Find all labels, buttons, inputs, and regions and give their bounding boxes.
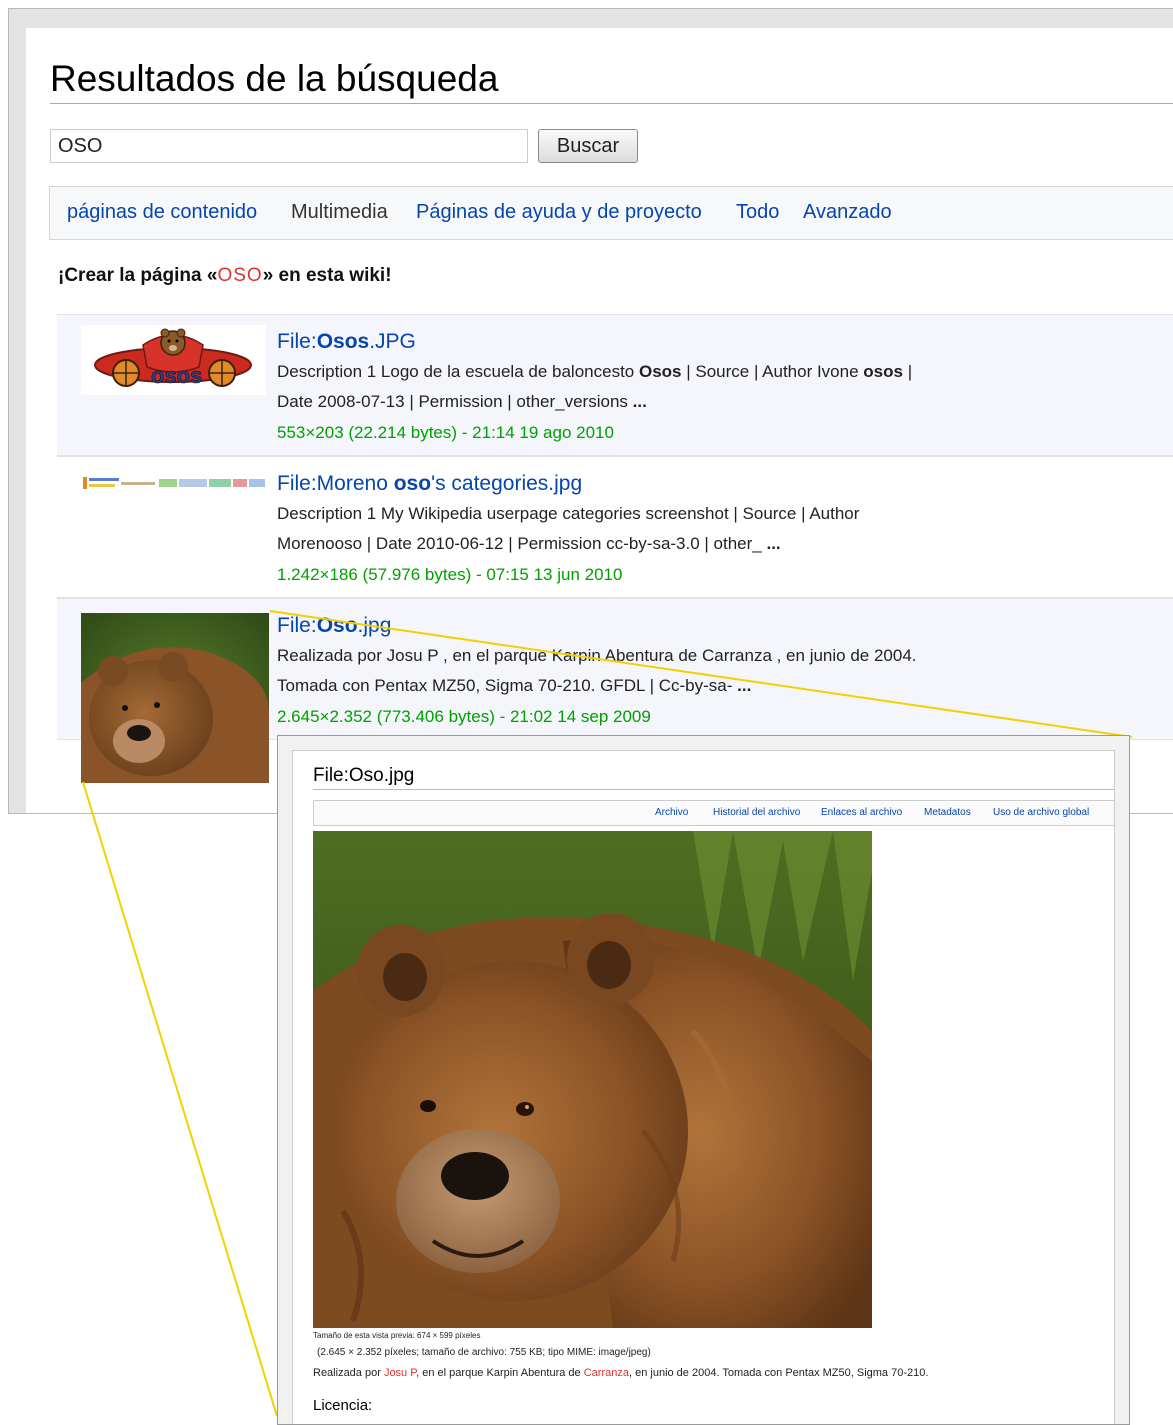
- result-title-link[interactable]: File:Moreno oso's categories.jpg: [277, 472, 582, 496]
- svg-text:osos: osos: [151, 363, 202, 388]
- categories-screenshot-image: [81, 475, 267, 491]
- search-button[interactable]: Buscar: [538, 129, 638, 163]
- tab-uso-de-archivo-global[interactable]: Uso de archivo global: [993, 807, 1089, 818]
- filter-all[interactable]: Todo: [736, 201, 779, 224]
- filter-multimedia[interactable]: Multimedia: [291, 201, 388, 224]
- tab-historial-del-archivo[interactable]: Historial del archivo: [713, 807, 800, 818]
- file-description: Realizada por Josu P, en el parque Karpi…: [313, 1367, 929, 1379]
- tab-enlaces-al-archivo[interactable]: Enlaces al archivo: [821, 807, 902, 818]
- result-snippet-line-2: Morenooso | Date 2010-06-12 | Permission…: [277, 534, 781, 553]
- place-link[interactable]: Carranza: [584, 1367, 629, 1379]
- filter-content-pages[interactable]: páginas de contenido: [67, 201, 257, 224]
- bear-photo-preview[interactable]: [313, 831, 872, 1328]
- tab-archivo[interactable]: Archivo: [655, 807, 688, 818]
- bear-photo-image: [313, 831, 872, 1328]
- result-metadata: 553×203 (22.214 bytes) - 21:14 19 ago 20…: [277, 423, 614, 442]
- author-link[interactable]: Josu P: [384, 1367, 416, 1379]
- create-page-suffix: » en esta wiki!: [262, 265, 392, 286]
- result-thumbnail-osos-logo[interactable]: osos: [81, 325, 266, 395]
- create-page-prefix: ¡Crear la página «: [58, 265, 218, 286]
- result-snippet-line-1: Realizada por Josu P , en el parque Karp…: [277, 646, 917, 665]
- result-metadata: 1.242×186 (57.976 bytes) - 07:15 13 jun …: [277, 565, 623, 584]
- result-snippet-line-2: Tomada con Pentax MZ50, Sigma 70-210. GF…: [277, 676, 752, 695]
- title-divider: [50, 103, 1173, 104]
- content-area: Resultados de la búsqueda Buscar páginas…: [26, 28, 1173, 813]
- result-snippet-line-2: Date 2008-07-13 | Permission | other_ver…: [277, 392, 647, 411]
- result-snippet-line-1: Description 1 My Wikipedia userpage cate…: [277, 504, 860, 523]
- file-page-content: File:Oso.jpg Archivo Historial del archi…: [292, 750, 1115, 1424]
- search-filter-bar: páginas de contenido Multimedia Páginas …: [49, 186, 1173, 240]
- result-title-link[interactable]: File:Osos.JPG: [277, 330, 416, 354]
- result-metadata: 2.645×2.352 (773.406 bytes) - 21:02 14 s…: [277, 707, 651, 726]
- search-results-window: Resultados de la búsqueda Buscar páginas…: [8, 8, 1173, 814]
- create-page-notice: ¡Crear la página «OSO» en esta wiki!: [58, 265, 392, 287]
- search-input[interactable]: [50, 129, 528, 163]
- file-page-title: File:Oso.jpg: [313, 765, 415, 786]
- search-result-item: File:Moreno oso's categories.jpg Descrip…: [57, 456, 1173, 598]
- search-result-item: osos File:Osos.JPG Description 1 Logo de…: [57, 314, 1173, 456]
- create-page-link[interactable]: OSO: [217, 265, 262, 286]
- page-title: Resultados de la búsqueda: [50, 58, 499, 99]
- license-heading: Licencia:: [313, 1397, 373, 1414]
- bear-thumbnail-image: [81, 613, 269, 783]
- result-snippet-line-1: Description 1 Logo de la escuela de balo…: [277, 362, 913, 381]
- result-thumbnail-categories-screenshot[interactable]: [81, 475, 267, 491]
- preview-size-note: Tamaño de esta vista previa: 674 × 599 p…: [313, 1331, 481, 1340]
- file-page-zoom-popup: File:Oso.jpg Archivo Historial del archi…: [277, 735, 1130, 1425]
- file-page-title-divider: [313, 789, 1114, 790]
- result-title-link[interactable]: File:Oso.jpg: [277, 614, 391, 638]
- osos-logo-image: osos: [81, 325, 266, 395]
- filter-help-project-pages[interactable]: Páginas de ayuda y de proyecto: [416, 201, 702, 224]
- search-result-item: File:Oso.jpg Realizada por Josu P , en e…: [57, 598, 1173, 783]
- filter-advanced[interactable]: Avanzado: [803, 201, 892, 224]
- file-page-tabs: Archivo Historial del archivo Enlaces al…: [313, 800, 1114, 826]
- file-info-line: (2.645 × 2.352 píxeles; tamaño de archiv…: [317, 1347, 651, 1358]
- result-thumbnail-bear[interactable]: [81, 613, 269, 783]
- tab-metadatos[interactable]: Metadatos: [924, 807, 971, 818]
